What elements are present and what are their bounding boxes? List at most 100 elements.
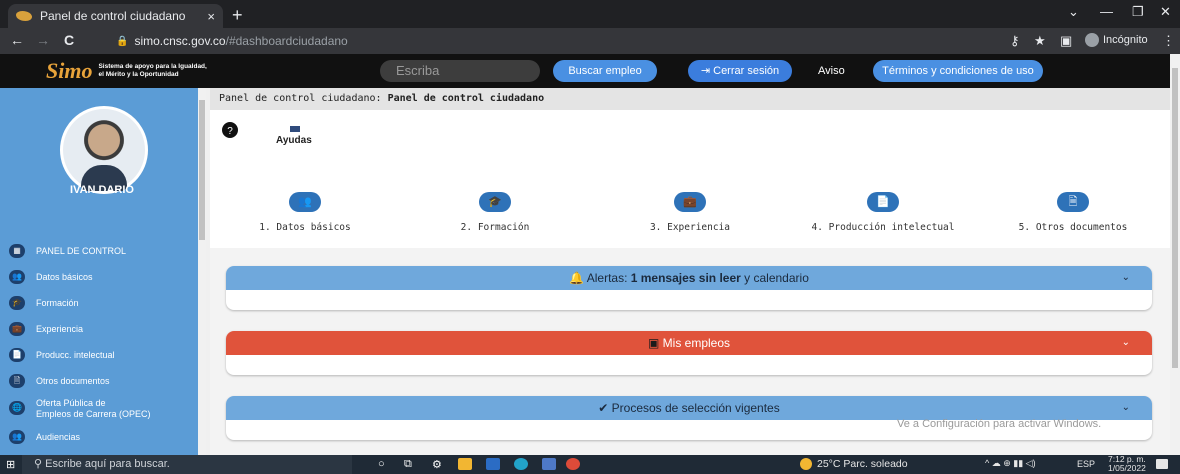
step-experiencia[interactable]: 💼 3. Experiencia	[615, 192, 765, 233]
web-page: Simo Sistema de apoyo para la Igualdad, …	[0, 54, 1180, 455]
video-camera-icon[interactable]	[290, 126, 300, 132]
edge-icon[interactable]	[514, 458, 528, 470]
task-view-icon[interactable]: ⧉	[404, 458, 418, 470]
reload-button[interactable]: C	[64, 32, 74, 48]
language-indicator[interactable]: ESP	[1077, 459, 1095, 469]
tab-search-chevron-icon[interactable]: ⌄	[1068, 4, 1079, 20]
logo-line-1: Sistema de apoyo para la Igualdad,	[98, 63, 207, 70]
logout-icon: ⇥	[700, 65, 714, 77]
mis-empleos-title: Mis empleos	[662, 336, 731, 350]
page-scroll-thumb[interactable]	[1172, 68, 1178, 368]
logo-mark: Simo	[46, 58, 93, 83]
sidebar-item-otros-documentos[interactable]: 🗎 Otros documentos	[0, 368, 198, 394]
app-icon[interactable]	[542, 458, 556, 470]
procesos-panel-header[interactable]: ✔ Procesos de selección vigentes ⌄	[226, 396, 1152, 420]
word-icon[interactable]	[486, 458, 500, 470]
chevron-down-icon[interactable]: ⌄	[1122, 396, 1130, 420]
sidebar-item-experiencia[interactable]: 💼 Experiencia	[0, 316, 198, 342]
step-label: 1. Datos básicos	[259, 222, 351, 233]
close-window-icon[interactable]: ✕	[1160, 4, 1171, 20]
settings-gear-icon[interactable]: ⚙	[432, 458, 446, 471]
step-label: 5. Otros documentos	[1018, 222, 1128, 233]
chevron-down-icon[interactable]: ⌄	[1122, 266, 1130, 290]
screen: Panel de control ciudadano × + ⌄ — ❐ ✕ ←…	[0, 0, 1180, 474]
sidebar-item-label: Datos básicos	[36, 272, 93, 282]
sidebar-scrollbar[interactable]	[198, 88, 206, 455]
windows-activation-watermark: Ve a Configuración para activar Windows.	[897, 418, 1102, 430]
document-icon: 📄	[9, 348, 25, 362]
mis-empleos-panel-header[interactable]: ▣ Mis empleos ⌄	[226, 331, 1152, 355]
bookmark-star-icon[interactable]: ★	[1034, 33, 1046, 49]
document-icon: 📄	[867, 192, 899, 212]
search-icon: ⚲	[34, 458, 46, 470]
step-datos-basicos[interactable]: 👥 1. Datos básicos	[230, 192, 380, 233]
sidebar-item-label: Experiencia	[36, 324, 84, 334]
close-tab-icon[interactable]: ×	[207, 9, 215, 24]
terminos-button[interactable]: Términos y condiciones de uso	[873, 60, 1043, 82]
search-input[interactable]: Escriba	[380, 60, 540, 82]
aviso-link[interactable]: Aviso	[818, 65, 845, 77]
step-produccion-intelectual[interactable]: 📄 4. Producción intelectual	[808, 192, 958, 233]
sidebar-item-produccion-intelectual[interactable]: 📄 Producc. intelectual	[0, 342, 198, 368]
windows-taskbar: ⊞ ⚲ Escribe aquí para buscar. ○ ⧉ ⚙ 25°C…	[0, 455, 1180, 474]
ayudas-label[interactable]: Ayudas	[276, 135, 312, 146]
education-icon: 🎓	[9, 296, 25, 310]
restore-icon[interactable]: ❐	[1132, 4, 1144, 20]
step-label: 2. Formación	[460, 222, 530, 233]
chrome-icon[interactable]	[566, 458, 580, 470]
back-button[interactable]: ←	[10, 32, 24, 48]
briefcase-icon: 💼	[9, 322, 25, 336]
weather-widget[interactable]: 25°C Parc. soleado	[800, 458, 908, 470]
avatar	[60, 106, 148, 194]
minimize-icon[interactable]: —	[1100, 4, 1113, 19]
sidebar-item-panel-de-control[interactable]: ▦ PANEL DE CONTROL	[0, 238, 198, 264]
sidebar-item-label: Producc. intelectual	[36, 350, 115, 360]
alertas-panel: 🔔 Alertas: 1 mensajes sin leer y calenda…	[226, 266, 1152, 310]
page-scrollbar[interactable]	[1170, 54, 1180, 455]
sidebar-scroll-thumb[interactable]	[199, 100, 205, 240]
system-tray-icons[interactable]: ^ ☁ ⊕ ▮▮ ◁)	[985, 458, 1036, 469]
sidebar-item-formacion[interactable]: 🎓 Formación	[0, 290, 198, 316]
forward-button[interactable]: →	[36, 32, 50, 48]
sidebar-item-label-2: Empleos de Carrera (OPEC)	[36, 409, 151, 419]
taskbar-search-placeholder: Escribe aquí para buscar.	[45, 458, 170, 470]
taskbar-search-input[interactable]: ⚲ Escribe aquí para buscar.	[22, 455, 352, 474]
tab-title: Panel de control ciudadano	[40, 9, 186, 23]
address-bar[interactable]: 🔒 simo.cnsc.gov.co /#dashboardciudadano	[106, 31, 956, 51]
sidebar-item-opec[interactable]: 🌐 Oferta Pública de Empleos de Carrera (…	[0, 394, 198, 424]
clock[interactable]: 7:12 p. m. 1/05/2022	[1108, 455, 1146, 473]
url-path: /#dashboardciudadano	[225, 34, 348, 48]
audience-icon: 👥	[9, 430, 25, 444]
help-icon[interactable]: ?	[222, 122, 238, 138]
sidebar-item-datos-basicos[interactable]: 👥 Datos básicos	[0, 264, 198, 290]
simo-logo[interactable]: Simo Sistema de apoyo para la Igualdad, …	[46, 58, 207, 84]
browser-tab[interactable]: Panel de control ciudadano ×	[8, 4, 223, 28]
mis-empleos-panel-body	[226, 355, 1152, 375]
url-host: simo.cnsc.gov.co	[134, 34, 226, 48]
tab-icon[interactable]: ▣	[1060, 33, 1072, 49]
key-icon[interactable]: ⚷	[1010, 33, 1020, 49]
alertas-unread: 1 mensajes sin leer	[630, 271, 741, 285]
sidebar-item-audiencias[interactable]: 👥 Audiencias	[0, 424, 198, 450]
step-label: 4. Producción intelectual	[811, 222, 955, 233]
step-otros-documentos[interactable]: 🗎 5. Otros documentos	[998, 192, 1148, 233]
incognito-profile[interactable]: Incógnito	[1085, 33, 1148, 47]
new-tab-button[interactable]: +	[232, 5, 243, 26]
file-icon: 🗎	[1057, 192, 1089, 212]
cerrar-sesion-button[interactable]: ⇥ Cerrar sesión	[688, 60, 792, 82]
alertas-suffix: y calendario	[740, 271, 809, 285]
cortana-icon[interactable]: ○	[378, 458, 392, 470]
file-explorer-icon[interactable]	[458, 458, 472, 470]
buscar-empleo-button[interactable]: Buscar empleo	[553, 60, 657, 82]
chevron-down-icon[interactable]: ⌄	[1122, 331, 1130, 355]
sidebar-item-label: Formación	[36, 298, 79, 308]
browser-menu-icon[interactable]: ⋮	[1162, 33, 1175, 49]
alertas-panel-header[interactable]: 🔔 Alertas: 1 mensajes sin leer y calenda…	[226, 266, 1152, 290]
globe-icon: 🌐	[9, 401, 25, 415]
weather-text: 25°C Parc. soleado	[817, 458, 908, 470]
windows-start-icon[interactable]: ⊞	[6, 458, 15, 471]
alertas-panel-body	[226, 290, 1152, 310]
notifications-icon[interactable]	[1156, 459, 1168, 469]
step-formacion[interactable]: 🎓 2. Formación	[420, 192, 570, 233]
mis-empleos-panel: ▣ Mis empleos ⌄	[226, 331, 1152, 375]
